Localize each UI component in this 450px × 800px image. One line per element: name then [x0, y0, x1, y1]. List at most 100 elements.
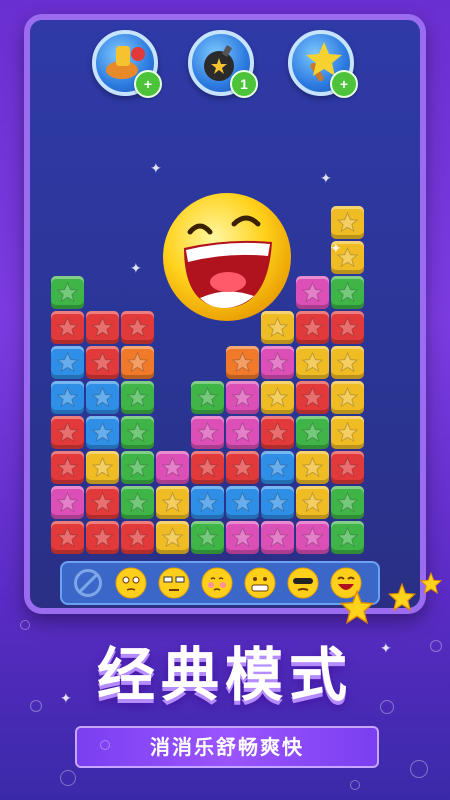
star-icon — [336, 211, 359, 233]
sparkle-icon: ✦ — [60, 690, 72, 706]
star-tile[interactable] — [51, 311, 84, 344]
star-tile[interactable] — [121, 346, 154, 379]
star-tile[interactable] — [261, 381, 294, 414]
star-tile[interactable] — [86, 486, 119, 519]
forbidden-icon-slot[interactable] — [72, 567, 104, 599]
grimacing-emoji-slot[interactable] — [244, 567, 276, 599]
star-tile[interactable] — [331, 486, 364, 519]
star-icon — [126, 316, 149, 338]
star-wand-booster-button[interactable]: + — [288, 30, 358, 98]
star-icon — [91, 491, 114, 513]
star-tile[interactable] — [51, 346, 84, 379]
star-tile[interactable] — [51, 381, 84, 414]
sparkle-icon: ✦ — [330, 240, 342, 256]
star-icon — [336, 491, 359, 513]
sparkle-icon: ✦ — [380, 640, 392, 656]
star-tile[interactable] — [296, 346, 329, 379]
star-icon — [56, 456, 79, 478]
star-tile[interactable] — [226, 451, 259, 484]
star-icon — [91, 456, 114, 478]
sparkle-icon: ✦ — [130, 260, 142, 276]
star-icon — [56, 281, 79, 303]
bubble-decoration — [410, 760, 428, 778]
star-tile[interactable] — [226, 416, 259, 449]
yellow-star-icon — [388, 583, 416, 611]
star-tile[interactable] — [261, 451, 294, 484]
star-tile[interactable] — [191, 451, 224, 484]
star-tile[interactable] — [121, 416, 154, 449]
star-tile[interactable] — [86, 311, 119, 344]
star-tile[interactable] — [331, 206, 364, 239]
star-tile[interactable] — [156, 486, 189, 519]
star-tile[interactable] — [331, 276, 364, 309]
star-tile[interactable] — [51, 451, 84, 484]
star-icon — [301, 421, 324, 443]
star-tile[interactable] — [86, 381, 119, 414]
star-tile[interactable] — [86, 416, 119, 449]
star-tile[interactable] — [261, 521, 294, 554]
star-tile[interactable] — [296, 311, 329, 344]
sleepy-emoji-slot[interactable] — [158, 567, 190, 599]
star-icon — [91, 316, 114, 338]
blushing-emoji-icon — [201, 567, 233, 599]
star-tile[interactable] — [121, 486, 154, 519]
cool-emoji-slot[interactable] — [287, 567, 319, 599]
star-tile[interactable] — [296, 451, 329, 484]
star-tile[interactable] — [331, 451, 364, 484]
star-tile[interactable] — [191, 521, 224, 554]
star-tile[interactable] — [226, 346, 259, 379]
star-tile[interactable] — [191, 486, 224, 519]
star-tile[interactable] — [51, 521, 84, 554]
star-icon — [126, 421, 149, 443]
star-tile[interactable] — [51, 416, 84, 449]
star-tile[interactable] — [261, 346, 294, 379]
subtitle-banner: 消消乐舒畅爽快 — [75, 726, 379, 768]
star-tile[interactable] — [191, 381, 224, 414]
laughing-face-icon — [163, 193, 291, 321]
star-tile[interactable] — [226, 521, 259, 554]
star-tile[interactable] — [226, 381, 259, 414]
star-icon — [231, 421, 254, 443]
star-tile[interactable] — [331, 416, 364, 449]
star-tile[interactable] — [121, 451, 154, 484]
bubble-decoration — [350, 780, 360, 790]
star-tile[interactable] — [51, 276, 84, 309]
star-icon — [196, 386, 219, 408]
star-icon — [56, 421, 79, 443]
star-tile[interactable] — [121, 521, 154, 554]
star-icon — [231, 526, 254, 548]
star-tile[interactable] — [86, 451, 119, 484]
star-tile[interactable] — [191, 416, 224, 449]
paint-brush-booster-button[interactable]: + — [92, 30, 162, 98]
star-tile[interactable] — [331, 311, 364, 344]
star-icon — [196, 421, 219, 443]
star-tile[interactable] — [51, 486, 84, 519]
dizzy-emoji-slot[interactable] — [115, 567, 147, 599]
star-tile[interactable] — [261, 486, 294, 519]
star-tile[interactable] — [261, 416, 294, 449]
star-tile[interactable] — [331, 346, 364, 379]
star-tile[interactable] — [156, 451, 189, 484]
star-icon — [126, 456, 149, 478]
star-icon — [301, 351, 324, 373]
star-tile[interactable] — [296, 486, 329, 519]
star-tile[interactable] — [86, 521, 119, 554]
star-tile[interactable] — [296, 276, 329, 309]
star-tile[interactable] — [331, 381, 364, 414]
star-tile[interactable] — [226, 486, 259, 519]
star-tile[interactable] — [86, 346, 119, 379]
star-icon — [336, 456, 359, 478]
star-tile[interactable] — [331, 521, 364, 554]
star-tile[interactable] — [296, 381, 329, 414]
blushing-emoji-slot[interactable] — [201, 567, 233, 599]
bomb-booster-button[interactable]: 1 — [188, 30, 258, 98]
star-tile[interactable] — [156, 521, 189, 554]
star-tile[interactable] — [296, 521, 329, 554]
star-icon — [196, 456, 219, 478]
star-icon — [161, 491, 184, 513]
star-tile[interactable] — [121, 311, 154, 344]
star-tile[interactable] — [121, 381, 154, 414]
paint-brush-booster-badge: + — [134, 70, 162, 98]
star-icon — [91, 351, 114, 373]
star-tile[interactable] — [296, 416, 329, 449]
